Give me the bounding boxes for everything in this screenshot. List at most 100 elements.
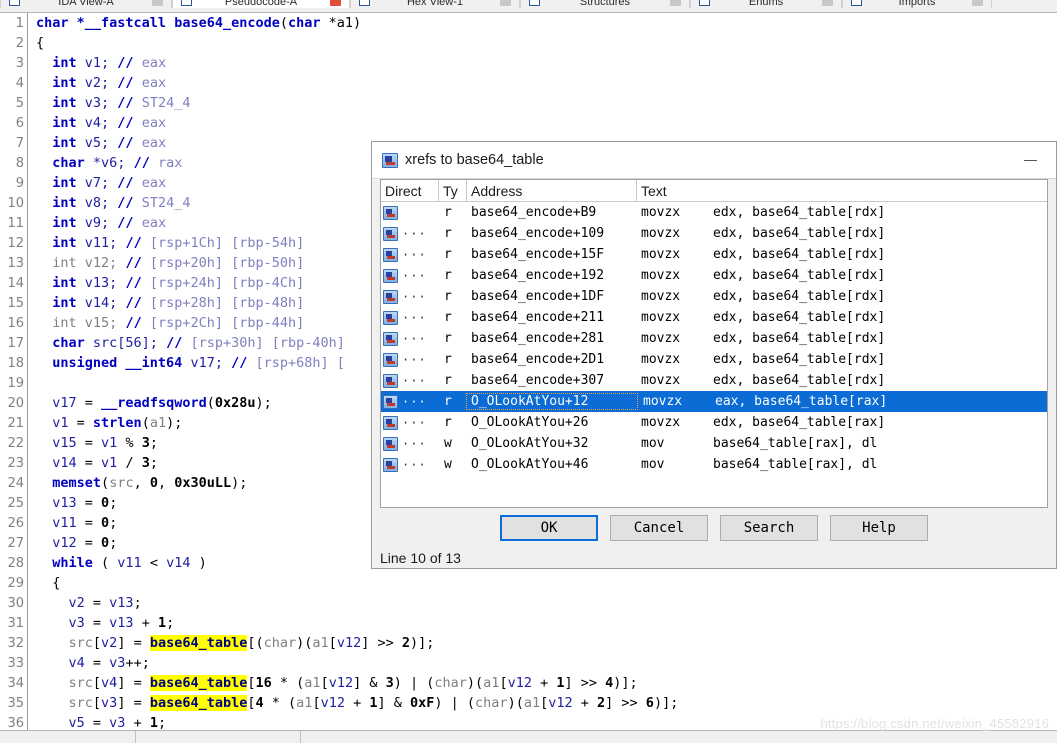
xref-address-cell[interactable]: base64_encode+192 [467, 268, 637, 283]
code-token: eax [141, 135, 167, 151]
line-number: 30 [7, 596, 24, 611]
code-line[interactable]: 6 int v4; // eax [0, 113, 1057, 133]
code-token: memset [52, 475, 102, 491]
xrefs-column-headers[interactable]: Direct Ty Address Text [381, 180, 1047, 202]
code-token: eax [141, 55, 167, 71]
view-tab-imports[interactable]: Imports [842, 0, 992, 8]
dialog-title-bar[interactable]: xrefs to base64_table [372, 142, 1056, 179]
tab-close-icon[interactable] [670, 0, 681, 6]
tab-close-icon[interactable] [500, 0, 511, 6]
code-token: )]; [410, 635, 435, 651]
xref-row[interactable]: ··· r O_OLookAtYou+26 movzx edx, base64_tabl… [381, 412, 1047, 433]
code-line[interactable]: 35 src[v3] = base64_table[4 * (a1[v12 + … [0, 693, 1057, 713]
xref-address-cell[interactable]: base64_encode+109 [467, 226, 637, 241]
cancel-button[interactable]: Cancel [610, 515, 708, 541]
view-tab-ida-view-a[interactable]: IDA View-A [0, 0, 172, 8]
xref-address-cell[interactable]: base64_encode+281 [467, 331, 637, 346]
xref-operands: edx, base64_table[rdx] [713, 247, 886, 262]
code-line[interactable]: 1 char *__fastcall base64_encode(char *a1… [0, 13, 1057, 33]
xref-row[interactable]: ··· r O_OLookAtYou+12 movzx eax, base64_tabl… [381, 391, 1047, 412]
tab-close-icon[interactable] [972, 0, 983, 6]
view-tab-structures[interactable]: Structures [520, 0, 690, 8]
xref-address-cell[interactable]: base64_encode+307 [467, 373, 637, 388]
code-token: rax [157, 155, 183, 171]
help-button[interactable]: Help [830, 515, 928, 541]
tab-close-icon[interactable] [330, 0, 341, 6]
xrefs-list-container[interactable]: Direct Ty Address Text r base64_encode+B9… [380, 179, 1048, 508]
code-line[interactable]: 33 v4 = v3++; [0, 653, 1057, 673]
view-tab-hex-view-1[interactable]: Hex View-1 [350, 0, 520, 8]
code-line[interactable]: 31 v3 = v13 + 1; [0, 613, 1057, 633]
dialog-title: xrefs to base64_table [405, 152, 544, 168]
xref-type-cell: r [444, 247, 452, 262]
xref-address-cell[interactable]: base64_encode+1DF [467, 289, 637, 304]
xref-address-cell[interactable]: O_OLookAtYou+12 [466, 393, 638, 410]
code-line[interactable]: 2{ [0, 33, 1057, 53]
code-line[interactable]: 36 v5 = v3 + 1; [0, 713, 1057, 730]
xref-address-cell[interactable]: base64_encode+211 [467, 310, 637, 325]
column-header-text[interactable]: Text [637, 180, 1047, 201]
xref-row[interactable]: ··· r base64_encode+2D1 movzx edx, base64_ta… [381, 349, 1047, 370]
gutter-divider [27, 653, 36, 673]
column-header-direct[interactable]: Direct [381, 180, 439, 201]
xref-row[interactable]: ··· r base64_encode+307 movzx edx, base64_ta… [381, 370, 1047, 391]
ok-button[interactable]: OK [500, 515, 598, 541]
gutter-divider [27, 273, 36, 293]
xref-row[interactable]: ··· r base64_encode+1DF movzx edx, base64_ta… [381, 286, 1047, 307]
xref-address-cell[interactable]: O_OLookAtYou+32 [467, 436, 637, 451]
code-token: ] >> [605, 695, 646, 711]
code-token: v2 [101, 635, 118, 651]
gutter-divider [27, 333, 36, 353]
code-token: [ [328, 635, 337, 651]
xref-row-icon [383, 436, 398, 451]
highlighted-symbol[interactable]: base64_table [149, 675, 248, 691]
code-line[interactable]: 32 src[v2] = base64_table[(char)(a1[v12]… [0, 633, 1057, 653]
code-token: v15; [76, 315, 126, 331]
view-tab-pseudocode-a[interactable]: Pseudocode-A [172, 0, 350, 8]
code-token: *v6; [84, 155, 134, 171]
search-button[interactable]: Search [720, 515, 818, 541]
code-token: src [68, 675, 93, 691]
xrefs-rows[interactable]: r base64_encode+B9 movzx edx, base64_table[… [381, 202, 1047, 507]
xref-row[interactable]: ··· r base64_encode+211 movzx edx, base64_ta… [381, 307, 1047, 328]
column-header-type[interactable]: Ty [439, 180, 467, 201]
xref-address-cell[interactable]: O_OLookAtYou+26 [467, 415, 637, 430]
view-tab-enums[interactable]: Enums [690, 0, 842, 8]
code-line[interactable]: 5 int v3; // ST24_4 [0, 93, 1057, 113]
view-tab-strip[interactable]: IDA View-A Pseudocode-A Hex View-1 Structur… [0, 0, 1057, 13]
highlighted-symbol[interactable]: base64_table [149, 695, 248, 711]
code-line[interactable]: 30 v2 = v13; [0, 593, 1057, 613]
xref-row[interactable]: ··· r base64_encode+281 movzx edx, base64_ta… [381, 328, 1047, 349]
xref-row[interactable]: ··· w O_OLookAtYou+46 mov base64_table[rax],… [381, 454, 1047, 475]
xref-row[interactable]: ··· w O_OLookAtYou+32 mov base64_table[rax],… [381, 433, 1047, 454]
line-number: 3 [15, 56, 24, 71]
xref-direct-cell: ··· [381, 226, 439, 241]
code-token: ST24_4 [141, 95, 191, 111]
code-token: src [68, 695, 93, 711]
xref-row[interactable]: ··· r base64_encode+109 movzx edx, base64_ta… [381, 223, 1047, 244]
code-line[interactable]: 4 int v2; // eax [0, 73, 1057, 93]
xref-row[interactable]: r base64_encode+B9 movzx edx, base64_table[… [381, 202, 1047, 223]
bottom-strip-segment-3 [301, 731, 303, 743]
code-token: v3; [76, 95, 118, 111]
code-line[interactable]: 29 { [0, 573, 1057, 593]
xref-address-cell[interactable]: O_OLookAtYou+46 [467, 457, 637, 472]
code-token: v7; [76, 175, 118, 191]
code-line[interactable]: 34 src[v4] = base64_table[16 * (a1[v12] … [0, 673, 1057, 693]
code-line[interactable]: 3 int v1; // eax [0, 53, 1057, 73]
highlighted-symbol[interactable]: base64_table [149, 635, 248, 651]
xref-row[interactable]: ··· r base64_encode+192 movzx edx, base64_ta… [381, 265, 1047, 286]
gutter-divider [27, 473, 36, 493]
tab-close-icon[interactable] [822, 0, 833, 6]
tab-close-icon[interactable] [152, 0, 163, 6]
minimize-button[interactable] [1010, 145, 1050, 175]
xref-address-cell[interactable]: base64_encode+2D1 [467, 352, 637, 367]
xref-address-cell[interactable]: base64_encode+15F [467, 247, 637, 262]
xref-row-icon [383, 205, 398, 220]
column-header-address[interactable]: Address [467, 180, 637, 201]
xref-row[interactable]: ··· r base64_encode+15F movzx edx, base64_ta… [381, 244, 1047, 265]
xref-address-cell[interactable]: base64_encode+B9 [467, 205, 637, 220]
xref-dots: ··· [402, 268, 427, 283]
code-token: ; [149, 435, 158, 451]
xrefs-dialog[interactable]: xrefs to base64_table Direct Ty Address … [371, 141, 1057, 569]
